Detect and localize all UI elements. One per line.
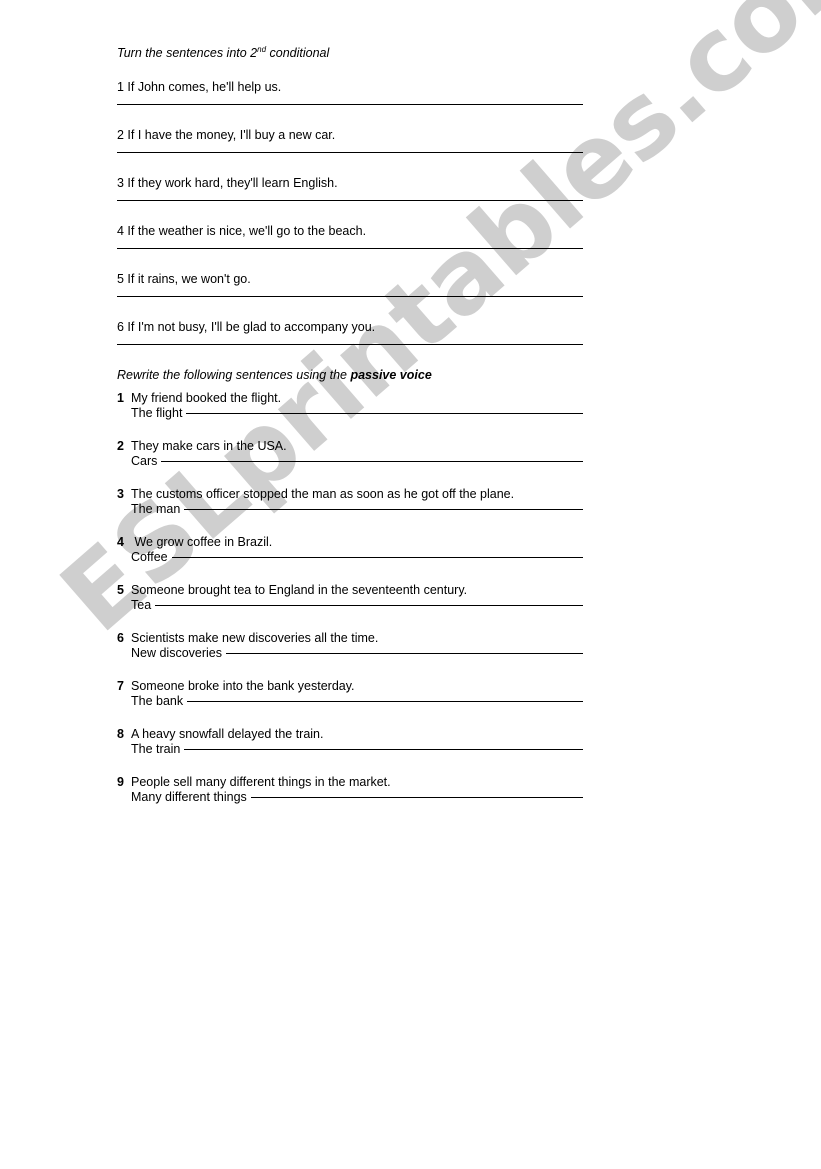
passive-prompt: 7 Someone broke into the bank yesterday. [117, 679, 587, 694]
answer-stub: Cars [131, 454, 158, 468]
conditional-item: 4 If the weather is nice, we'll go to th… [117, 224, 587, 272]
item-number: 2 [117, 439, 124, 453]
passive-prompt: 8 A heavy snowfall delayed the train. [117, 727, 587, 742]
conditional-sentence: 1 If John comes, he'll help us. [117, 80, 282, 94]
conditional-item: 2 If I have the money, I'll buy a new ca… [117, 128, 587, 176]
passive-item: 9 People sell many different things in t… [117, 775, 587, 823]
conditional-item: 5 If it rains, we won't go. [117, 272, 587, 320]
passive-answer-row: Coffee [131, 550, 583, 565]
answer-line[interactable] [117, 248, 583, 249]
exercise-two-heading-normal: Rewrite the following sentences using th… [117, 368, 351, 382]
conditional-item: 3 If they work hard, they'll learn Engli… [117, 176, 587, 224]
answer-stub: The flight [131, 406, 183, 420]
answer-stub: Many different things [131, 790, 247, 804]
passive-sentence: Someone brought tea to England in the se… [131, 583, 468, 597]
passive-item: 4 We grow coffee in Brazil. Coffee [117, 535, 587, 583]
passive-sentence: My friend booked the flight. [131, 391, 282, 405]
exercise-one-items: 1 If John comes, he'll help us. 2 If I h… [117, 80, 587, 368]
answer-line[interactable] [117, 152, 583, 153]
answer-stub: The train [131, 742, 181, 756]
passive-sentence: People sell many different things in the… [131, 775, 391, 789]
passive-sentence: They make cars in the USA. [131, 439, 287, 453]
passive-sentence: A heavy snowfall delayed the train. [131, 727, 324, 741]
answer-line[interactable] [226, 653, 583, 654]
passive-item: 7 Someone broke into the bank yesterday.… [117, 679, 587, 727]
answer-line[interactable] [250, 797, 583, 798]
answer-line[interactable] [117, 296, 583, 297]
answer-stub: Tea [131, 598, 152, 612]
answer-line[interactable] [171, 557, 583, 558]
passive-item: 3 The customs officer stopped the man as… [117, 487, 587, 535]
answer-line[interactable] [117, 104, 583, 105]
passive-answer-row: New discoveries [131, 646, 583, 661]
exercise-one-heading: Turn the sentences into 2nd conditional [117, 44, 587, 60]
passive-item: 5 Someone brought tea to England in the … [117, 583, 587, 631]
answer-line[interactable] [161, 461, 583, 462]
passive-prompt: 9 People sell many different things in t… [117, 775, 587, 790]
passive-prompt: 2 They make cars in the USA. [117, 439, 587, 454]
answer-stub: New discoveries [131, 646, 223, 660]
passive-prompt: 6 Scientists make new discoveries all th… [117, 631, 587, 646]
conditional-item: 1 If John comes, he'll help us. [117, 80, 587, 128]
passive-prompt: 1 My friend booked the flight. [117, 391, 587, 406]
conditional-item: 6 If I'm not busy, I'll be glad to accom… [117, 320, 587, 368]
passive-answer-row: The man [131, 502, 583, 517]
answer-line[interactable] [186, 413, 583, 414]
passive-prompt: 4 We grow coffee in Brazil. [117, 535, 587, 550]
answer-stub: The bank [131, 694, 184, 708]
item-number: 5 [117, 583, 124, 597]
item-number: 7 [117, 679, 124, 693]
item-number: 6 [117, 631, 124, 645]
passive-sentence: Someone broke into the bank yesterday. [131, 679, 355, 693]
passive-item: 2 They make cars in the USA. Cars [117, 439, 587, 487]
exercise-two-heading: Rewrite the following sentences using th… [117, 368, 587, 382]
exercise-one-heading-suffix: conditional [266, 46, 330, 60]
passive-answer-row: The train [131, 742, 583, 757]
passive-item: 6 Scientists make new discoveries all th… [117, 631, 587, 679]
passive-prompt: 3 The customs officer stopped the man as… [117, 487, 587, 502]
item-number: 9 [117, 775, 124, 789]
conditional-sentence: 3 If they work hard, they'll learn Engli… [117, 176, 338, 190]
passive-sentence: The customs officer stopped the man as s… [131, 487, 515, 501]
conditional-sentence: 2 If I have the money, I'll buy a new ca… [117, 128, 336, 142]
exercise-two-heading-bold: passive voice [350, 368, 432, 382]
item-number: 3 [117, 487, 124, 501]
answer-line[interactable] [184, 509, 583, 510]
passive-answer-row: The bank [131, 694, 583, 709]
passive-item: 8 A heavy snowfall delayed the train. Th… [117, 727, 587, 775]
answer-line[interactable] [155, 605, 583, 606]
conditional-sentence: 5 If it rains, we won't go. [117, 272, 251, 286]
passive-answer-row: The flight [131, 406, 583, 421]
answer-line[interactable] [184, 749, 583, 750]
item-number: 8 [117, 727, 124, 741]
item-number: 4 [117, 535, 124, 549]
passive-prompt: 5 Someone brought tea to England in the … [117, 583, 587, 598]
passive-sentence: Scientists make new discoveries all the … [131, 631, 379, 645]
item-number: 1 [117, 391, 124, 405]
passive-answer-row: Cars [131, 454, 583, 469]
exercise-two-items: 1 My friend booked the flight. The fligh… [117, 391, 587, 823]
passive-item: 1 My friend booked the flight. The fligh… [117, 391, 587, 439]
conditional-sentence: 6 If I'm not busy, I'll be glad to accom… [117, 320, 376, 334]
passive-answer-row: Tea [131, 598, 583, 613]
exercise-one-heading-prefix: Turn the sentences into 2 [117, 46, 258, 60]
worksheet-page: ESLprintables.com Turn the sentences int… [0, 0, 821, 1169]
passive-sentence: We grow coffee in Brazil. [131, 535, 273, 549]
passive-answer-row: Many different things [131, 790, 583, 805]
conditional-sentence: 4 If the weather is nice, we'll go to th… [117, 224, 367, 238]
answer-stub: The man [131, 502, 181, 516]
ordinal-suffix: nd [257, 44, 267, 54]
answer-line[interactable] [117, 200, 583, 201]
answer-line[interactable] [117, 344, 583, 345]
worksheet-content: Turn the sentences into 2nd conditional … [117, 44, 587, 823]
answer-stub: Coffee [131, 550, 168, 564]
answer-line[interactable] [187, 701, 583, 702]
